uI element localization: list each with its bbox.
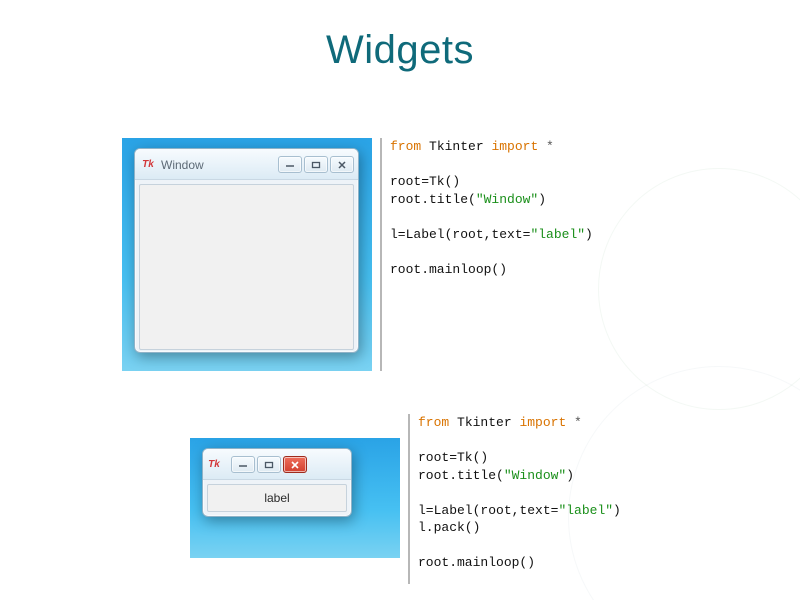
code-text: ) [585,227,593,242]
minimize-button[interactable] [231,456,255,473]
code-text: l=Label(root,text= [418,503,558,518]
maximize-icon [264,461,274,469]
code-string: "Window" [504,468,566,483]
code-text: * [566,415,582,430]
code-text: Tkinter [449,415,519,430]
desktop-screenshot-2: Tk label [190,438,400,558]
window-controls [278,156,354,173]
window-controls [231,456,307,473]
code-keyword-from: from [390,139,421,154]
code-text: * [538,139,554,154]
code-text: Tkinter [421,139,491,154]
tk-feather-icon: Tk [207,458,221,472]
minimize-icon [238,461,248,469]
code-text: ) [566,468,574,483]
window-title: Window [161,158,272,172]
maximize-button[interactable] [304,156,328,173]
minimize-icon [285,161,295,169]
maximize-icon [311,161,321,169]
titlebar: Tk [203,449,351,480]
code-text: ) [613,503,621,518]
code-text: root=Tk() [418,450,488,465]
close-icon [290,461,300,469]
titlebar: Tk Window [135,149,358,180]
example-1: Tk Window from Tkinter import * root=Tk [122,138,670,373]
vertical-divider [408,414,410,584]
code-text: l.pack() [418,520,480,535]
code-text: l=Label(root,text= [390,227,530,242]
minimize-button[interactable] [278,156,302,173]
code-text: root.title( [390,192,476,207]
code-text: root.title( [418,468,504,483]
code-text: root.mainloop() [390,262,507,277]
vertical-divider [380,138,382,371]
tk-label-text: label [264,491,289,505]
code-string: "Window" [476,192,538,207]
code-text: ) [538,192,546,207]
code-text: root=Tk() [390,174,460,189]
close-button[interactable] [283,456,307,473]
close-button[interactable] [330,156,354,173]
tk-window-2: Tk label [202,448,352,517]
close-icon [337,161,347,169]
code-text: root.mainloop() [418,555,535,570]
code-keyword-from: from [418,415,449,430]
desktop-screenshot-1: Tk Window [122,138,372,371]
code-keyword-import: import [519,415,566,430]
code-block-1: from Tkinter import * root=Tk() root.tit… [390,138,593,373]
tk-feather-icon: Tk [141,158,155,172]
tk-window-1: Tk Window [134,148,359,353]
tk-client-area-with-label: label [207,484,347,512]
code-string: "label" [530,227,585,242]
code-string: "label" [558,503,613,518]
maximize-button[interactable] [257,456,281,473]
slide-title: Widgets [0,28,800,73]
code-keyword-import: import [491,139,538,154]
code-block-2: from Tkinter import * root=Tk() root.tit… [418,414,621,590]
tk-client-area-empty [139,184,354,350]
example-2: Tk label from Tkinter import * r [190,414,670,590]
